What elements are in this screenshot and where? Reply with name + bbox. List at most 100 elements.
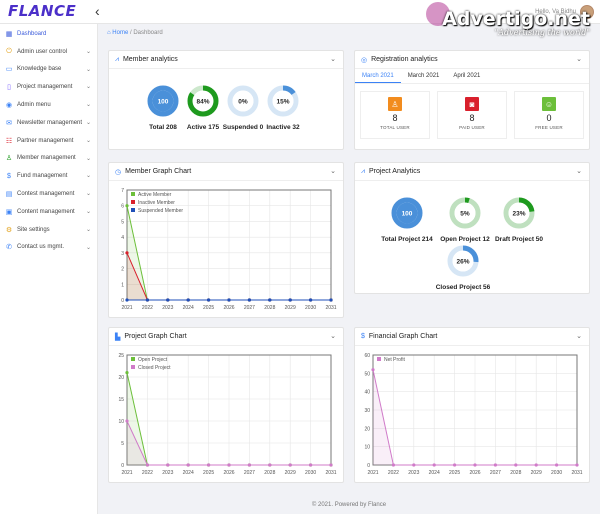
avatar[interactable] <box>580 5 594 19</box>
y-tick-label: 25 <box>118 353 124 359</box>
mail-icon: ✉ <box>6 119 12 127</box>
chevron-down-icon: ⌄ <box>85 102 91 109</box>
x-tick-label: 2030 <box>551 470 562 476</box>
user-menu[interactable]: Hello, Va Bidhu <box>535 0 600 24</box>
footer: © 2021. Powered by Flance <box>311 502 387 508</box>
x-tick-label: 2022 <box>142 305 153 311</box>
file-icon: ▯ <box>7 84 11 92</box>
y-tick-label: 40 <box>364 390 370 396</box>
chevron-down-icon: ⌄ <box>85 173 91 180</box>
data-point <box>166 463 170 467</box>
sidebar-item[interactable]: ✉ Newsletter management ⌄ <box>0 114 97 132</box>
breadcrumb-home[interactable]: Home <box>112 30 128 36</box>
stat-value: 8 <box>469 113 475 123</box>
chevron-down-icon: ⌄ <box>85 191 91 198</box>
x-tick-label: 2021 <box>121 305 132 311</box>
settings-icon: ⚙ <box>5 226 13 234</box>
data-point <box>329 463 333 467</box>
y-tick-label: 60 <box>364 353 370 359</box>
breadcrumb: ⌂ Home / Dashboard <box>107 30 163 36</box>
x-tick-label: 2029 <box>531 470 542 476</box>
donut-value: 5% <box>460 211 470 218</box>
top-bar: FLANCE ‹ Hello, Va Bidhu <box>0 0 600 26</box>
x-tick-label: 2021 <box>367 470 378 476</box>
donut-value: 0% <box>238 99 248 106</box>
y-tick-label: 7 <box>121 188 124 194</box>
donut-value: 84% <box>196 99 209 106</box>
tab-month[interactable]: April 2021 <box>446 70 487 83</box>
stat-label: PAID USER <box>459 125 485 130</box>
target-icon: ◎ <box>361 56 368 64</box>
sidebar-item-label: Partner management <box>17 137 74 144</box>
clock-icon: ◷ <box>115 168 122 176</box>
trend-icon: ⩘ <box>115 55 119 63</box>
data-point <box>125 371 129 375</box>
sidebar-item[interactable]: ▭ Knowledge base ⌄ <box>0 61 97 79</box>
sidebar-item[interactable]: ♙ Member management ⌄ <box>0 150 97 168</box>
sidebar-item-label: Project management <box>17 84 73 91</box>
sidebar-item[interactable]: ◉ Admin menu ⌄ <box>0 96 97 114</box>
chevron-down-icon: ⌄ <box>85 155 91 162</box>
sidebar-item[interactable]: ☷ Partner management ⌄ <box>0 132 97 150</box>
collapse-sidebar-icon[interactable]: ‹ <box>95 3 100 19</box>
data-point <box>473 463 477 467</box>
chevron-down-icon[interactable]: ⌄ <box>576 332 582 340</box>
contest-icon: ▤ <box>5 191 13 199</box>
tab-month[interactable]: March 2021 <box>355 70 401 83</box>
donut-value: 15% <box>276 99 289 106</box>
x-tick-label: 2027 <box>490 470 501 476</box>
sidebar-item[interactable]: ▣ Content management ⌄ <box>0 203 97 221</box>
x-tick-label: 2026 <box>469 470 480 476</box>
data-point <box>227 463 231 467</box>
chevron-down-icon[interactable]: ⌄ <box>330 332 336 340</box>
y-tick-label: 10 <box>364 445 370 451</box>
y-tick-label: 3 <box>121 251 124 257</box>
donut-label: Total Project 214 <box>381 236 433 243</box>
home-icon[interactable]: ⌂ <box>107 30 111 36</box>
stat-value: 0 <box>546 113 552 123</box>
sidebar-item[interactable]: ⏻ Admin user control ⌄ <box>0 43 97 61</box>
stat-label: TOTAL USER <box>380 125 410 130</box>
donut-value: 23% <box>512 211 525 218</box>
user-icon: ♙ <box>5 155 13 163</box>
chevron-down-icon: ⌄ <box>85 208 91 215</box>
y-tick-label: 4 <box>121 235 124 241</box>
tab-month[interactable]: March 2021 <box>401 70 447 83</box>
group-icon: ☷ <box>5 137 13 145</box>
app-logo[interactable]: FLANCE <box>8 2 76 20</box>
x-tick-label: 2023 <box>408 470 419 476</box>
data-point <box>125 419 129 423</box>
breadcrumb-separator: / <box>129 30 132 36</box>
x-tick-label: 2025 <box>203 305 214 311</box>
sidebar-item-label: Content management <box>17 208 75 215</box>
card-title: Financial Graph Chart <box>368 333 438 340</box>
y-tick-label: 0 <box>121 463 124 469</box>
data-point <box>207 298 211 302</box>
sidebar-item[interactable]: ⚙ Site settings ⌄ <box>0 221 97 239</box>
sidebar-item[interactable]: ▦ Dashboard <box>0 25 97 43</box>
sidebar-item[interactable]: ▤ Contest management ⌄ <box>0 185 97 203</box>
donut-chart: 100 <box>391 197 423 229</box>
data-point <box>145 463 149 467</box>
book-icon: ▭ <box>5 66 13 74</box>
donut-stat: 23% Draft Project 50 <box>488 197 550 243</box>
x-tick-label: 2029 <box>285 305 296 311</box>
data-point <box>412 463 416 467</box>
data-point <box>329 298 333 302</box>
watermark-tagline: "Advertising the world" <box>494 28 590 37</box>
sidebar-item-label: Newsletter management <box>17 119 83 126</box>
chevron-down-icon[interactable]: ⌄ <box>576 167 582 175</box>
x-tick-label: 2024 <box>429 470 440 476</box>
sidebar-item-label: Admin user control <box>17 48 68 55</box>
data-point <box>288 463 292 467</box>
sidebar-item[interactable]: ▯ Project management ⌄ <box>0 78 97 96</box>
donut-chart: 23% <box>503 197 535 229</box>
chevron-down-icon[interactable]: ⌄ <box>330 167 336 175</box>
x-tick-label: 2030 <box>305 470 316 476</box>
sidebar-item[interactable]: $ Fund management ⌄ <box>0 167 97 185</box>
chevron-down-icon[interactable]: ⌄ <box>330 55 336 63</box>
chevron-down-icon[interactable]: ⌄ <box>576 55 582 63</box>
legend-swatch <box>131 365 135 369</box>
legend-label: Net Profit <box>384 357 405 363</box>
sidebar-item[interactable]: ✆ Contact us mgmt. ⌄ <box>0 239 97 257</box>
